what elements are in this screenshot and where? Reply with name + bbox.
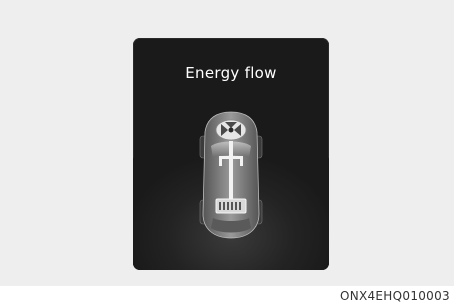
engine-icon [215,119,247,141]
page: Energy flow ONX4EHQ010003 [0,0,454,304]
figure-code: ONX4EHQ010003 [339,289,450,303]
cluster-display: Energy flow [133,38,329,270]
car-topview-icon [199,111,263,239]
battery-icon [215,198,247,214]
